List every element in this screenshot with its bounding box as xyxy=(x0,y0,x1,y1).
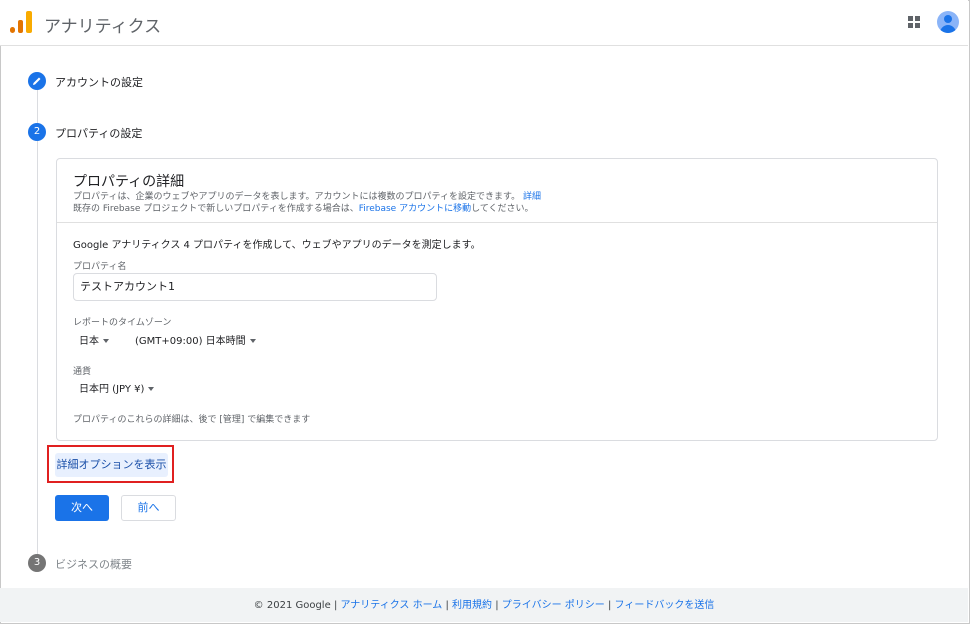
property-name-label: プロパティ名 xyxy=(73,262,127,272)
dropdown-caret-icon xyxy=(103,339,109,343)
dropdown-caret-icon xyxy=(249,339,256,343)
stepper-line xyxy=(37,89,38,559)
firebase-account-link[interactable]: Firebase アカウントに移動 xyxy=(359,204,471,214)
card-title: プロパティの詳細 xyxy=(73,174,185,190)
next-button[interactable]: 次へ xyxy=(55,495,109,521)
step-3-label: ビジネスの概要 xyxy=(55,558,132,571)
apps-grid-icon[interactable] xyxy=(908,16,920,28)
property-name-input[interactable]: テストアカウント1 xyxy=(73,273,437,301)
previous-button[interactable]: 前へ xyxy=(121,495,176,521)
step-1-completed-circle xyxy=(28,72,46,90)
footer-link-privacy[interactable]: プライバシー ポリシー xyxy=(502,600,605,611)
step-2-label: プロパティの設定 xyxy=(55,127,143,140)
card-intro-text: Google アナリティクス 4 プロパティを作成して、ウェブやアプリのデータを… xyxy=(73,240,481,251)
timezone-country-select[interactable]: 日本 xyxy=(79,332,109,347)
dropdown-caret-icon xyxy=(148,387,155,391)
step-2-active-circle: 2 xyxy=(28,123,46,141)
step-1-label[interactable]: アカウントの設定 xyxy=(55,74,143,90)
currency-label: 通貨 xyxy=(73,367,92,377)
card-divider xyxy=(57,222,937,223)
currency-select[interactable]: 日本円 (JPY ¥) xyxy=(79,380,155,395)
card-description-line-2: 既存の Firebase プロジェクトで新しいプロパティを作成する場合は、Fir… xyxy=(73,204,534,214)
timezone-select[interactable]: (GMT+09:00) 日本時間 xyxy=(135,332,256,347)
analytics-logo-icon[interactable] xyxy=(10,11,32,33)
pencil-icon xyxy=(33,77,41,85)
edit-later-note: プロパティのこれらの詳細は、後で [管理] で編集できます xyxy=(73,415,311,425)
footer-link-terms[interactable]: 利用規約 xyxy=(452,600,492,611)
footer-copyright: © 2021 Google xyxy=(253,600,331,611)
account-avatar[interactable] xyxy=(937,11,959,33)
timezone-label: レポートのタイムゾーン xyxy=(73,318,172,328)
top-header: アナリティクス xyxy=(0,0,968,46)
step-3-pending-circle: 3 xyxy=(28,554,46,572)
footer-link-analytics-home[interactable]: アナリティクス ホーム xyxy=(341,600,443,611)
footer-link-feedback[interactable]: フィードバックを送信 xyxy=(615,600,715,611)
property-details-card: プロパティの詳細 プロパティは、企業のウェブやアプリのデータを表します。アカウン… xyxy=(56,158,938,441)
show-advanced-options-button[interactable]: 詳細オプションを表示 xyxy=(55,453,168,477)
page-footer: © 2021 Google | アナリティクス ホーム | 利用規約 | プライ… xyxy=(0,588,968,622)
app-title: アナリティクス xyxy=(44,17,162,37)
